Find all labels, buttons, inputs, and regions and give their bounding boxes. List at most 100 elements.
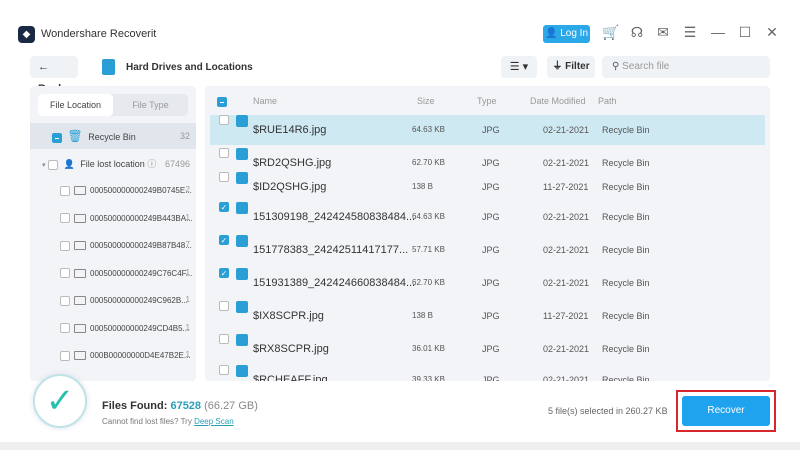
file-type: JPG [482, 182, 500, 192]
file-name: $ID2QSHG.jpg [253, 181, 327, 193]
file-name: $IX8SCPR.jpg [253, 310, 324, 322]
folder-name: 000B00000000D4E47B2E... [90, 351, 191, 360]
file-date: 11-27-2021 [543, 182, 589, 192]
files-found-size: (66.27 GB) [204, 400, 258, 412]
close-icon[interactable]: ✕ [764, 24, 780, 41]
filter-label: Filter [565, 61, 590, 72]
checkbox[interactable] [48, 159, 59, 170]
folder-name: 000500000000249C76C4F... [90, 268, 193, 278]
folder-icon [74, 213, 86, 223]
filter-button[interactable]: ⏚ Filter [547, 56, 595, 78]
help-icon[interactable]: ⓘ [147, 159, 156, 169]
table-row[interactable]: $RX8SCPR.jpg 36.01 KB JPG 02-21-2021 Rec… [210, 334, 765, 364]
file-type: JPG [482, 245, 500, 255]
folder-icon [74, 186, 86, 196]
location-tabs: File Location File Type [38, 94, 188, 116]
file-size: 64.63 KB [412, 125, 445, 134]
hint: Cannot find lost files? Try Deep Scan [102, 417, 234, 426]
file-type: JPG [482, 125, 500, 135]
file-date: 02-21-2021 [543, 278, 590, 288]
file-size: 138 B [412, 182, 433, 191]
tree-item-folder[interactable]: 000500000000249C76C4F... 1 [30, 260, 196, 286]
tree-item-recycle-bin[interactable]: 🗑 Recycle Bin 32 [30, 123, 196, 149]
table-row[interactable]: $IX8SCPR.jpg 138 B JPG 11-27-2021 Recycl… [210, 301, 765, 331]
header-path[interactable]: Path [598, 96, 617, 106]
checkbox[interactable] [60, 268, 70, 279]
header-name[interactable]: Name [253, 96, 277, 106]
user-icon: 👤 [63, 159, 75, 169]
header-date[interactable]: Date Modified [530, 96, 586, 106]
folder-count: 1 [185, 322, 190, 332]
app-title: Wondershare Recoverit [41, 28, 157, 40]
left-panel: File Location File Type 🗑 Recycle Bin 32… [30, 86, 196, 381]
expand-arrow-icon[interactable]: ▾ [42, 162, 46, 169]
table-row[interactable]: ✓ 151778383_24242511417177... 57.71 KB J… [210, 235, 765, 265]
tree-item-folder[interactable]: 000500000000249B443BA... 1 [30, 205, 196, 231]
title-bar: ◆ Wondershare Recoverit 👤 Log In 🛒 ☊ ✉ ☰… [0, 0, 800, 48]
menu-icon[interactable]: ☰ [682, 24, 698, 41]
deep-scan-link[interactable]: Deep Scan [194, 417, 234, 426]
header-type[interactable]: Type [477, 96, 497, 106]
file-date: 02-21-2021 [543, 375, 590, 381]
select-all-checkbox[interactable] [217, 96, 227, 107]
file-size: 36.01 KB [412, 344, 445, 353]
file-name: 151778383_24242511417177... [253, 244, 409, 256]
tree-label: File lost location [80, 159, 145, 169]
checkbox[interactable] [60, 350, 70, 361]
view-toggle-button[interactable]: ☰ ▾ [501, 56, 537, 78]
checkbox[interactable] [60, 295, 70, 306]
file-list: Name Size Type Date Modified Path $RUE14… [205, 86, 770, 381]
file-type: JPG [482, 375, 500, 381]
checkbox[interactable] [60, 240, 70, 251]
tree-item-folder[interactable]: 000500000000249B0745E... 2 [30, 177, 196, 203]
table-row[interactable]: $RCHEAFF.jpg 39.33 KB JPG 02-21-2021 Rec… [210, 365, 765, 381]
login-button[interactable]: 👤 Log In [543, 25, 590, 43]
file-path: Recycle Bin [602, 278, 650, 288]
file-type: JPG [482, 344, 500, 354]
folder-name: 000500000000249CD4B5... [90, 323, 190, 333]
checkbox[interactable] [60, 213, 70, 224]
file-date: 02-21-2021 [543, 245, 590, 255]
tree-item-folder[interactable]: 000500000000249B87B48... 7 [30, 232, 196, 258]
login-label: Log In [560, 28, 589, 39]
cart-icon[interactable]: 🛒 [602, 24, 619, 41]
file-path: Recycle Bin [602, 311, 650, 321]
hint-text: Cannot find lost files? Try [102, 417, 192, 426]
file-name: 151309198_242424580838484... [253, 211, 416, 223]
back-button[interactable]: ← Back [30, 56, 78, 95]
file-type: JPG [482, 311, 500, 321]
file-size: 138 B [412, 311, 433, 320]
table-row[interactable]: ✓ 151309198_242424580838484... 64.63 KB … [210, 202, 765, 232]
recover-highlight: Recover [676, 390, 776, 432]
folder-icon [74, 268, 86, 278]
tree-item-folder[interactable]: 000500000000249C962B... 1 [30, 287, 196, 313]
file-path: Recycle Bin [602, 245, 650, 255]
checkbox[interactable] [60, 323, 70, 334]
tree-item-folder[interactable]: 000500000000249CD4B5... 1 [30, 315, 196, 341]
folder-icon [74, 351, 86, 361]
search-input[interactable]: ⚲ Search file [602, 56, 770, 78]
folder-name: 000500000000249B443BA... [90, 213, 193, 223]
maximize-icon[interactable]: ☐ [737, 24, 753, 41]
table-row[interactable]: $ID2QSHG.jpg 138 B JPG 11-27-2021 Recycl… [210, 172, 765, 202]
folder-name: 000500000000249B0745E... [90, 186, 192, 195]
header-size[interactable]: Size [417, 96, 435, 106]
location-title: Hard Drives and Locations [126, 62, 253, 73]
recover-button[interactable]: Recover [682, 396, 770, 426]
trash-icon: 🗑 [67, 129, 83, 143]
hard-drive-icon [102, 59, 115, 75]
file-date: 02-21-2021 [543, 125, 590, 135]
checkbox[interactable] [52, 132, 62, 143]
checkbox[interactable] [60, 185, 70, 196]
tab-file-type[interactable]: File Type [113, 94, 188, 116]
tree-item-file-lost-location[interactable]: ▾ 👤 File lost location ⓘ 67496 [30, 151, 196, 177]
tree-item-folder[interactable]: 000B00000000D4E47B2E... 1 [30, 342, 196, 368]
mail-icon[interactable]: ✉ [655, 24, 671, 41]
headset-icon[interactable]: ☊ [629, 24, 645, 41]
table-row[interactable]: ✓ 151931389_242424660838484... 62.70 KB … [210, 268, 765, 298]
tab-file-location[interactable]: File Location [38, 94, 113, 116]
minimize-icon[interactable]: — [710, 24, 726, 40]
table-row[interactable]: $RUE14R6.jpg 64.63 KB JPG 02-21-2021 Rec… [210, 115, 765, 145]
search-icon: ⚲ [612, 61, 620, 72]
app-logo-icon: ◆ [18, 26, 35, 43]
